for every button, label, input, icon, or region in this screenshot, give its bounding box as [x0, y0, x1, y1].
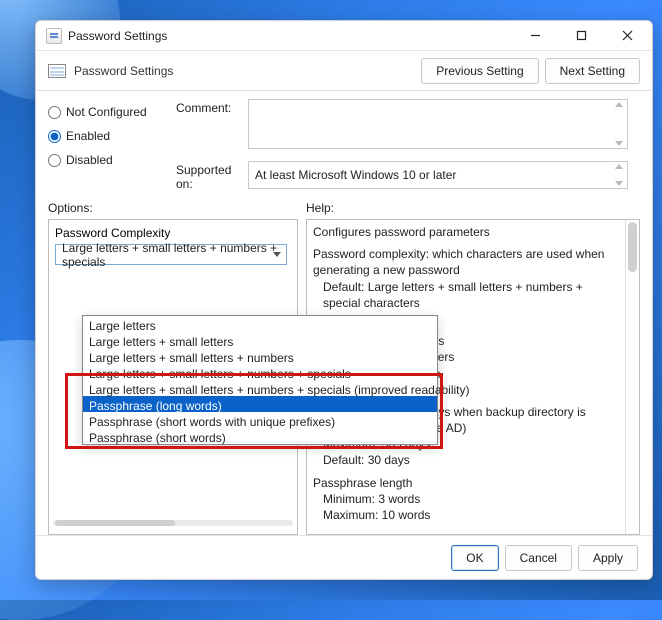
radio-enabled-label: Enabled — [66, 129, 110, 143]
titlebar: Password Settings — [36, 21, 652, 51]
radio-not-configured-label: Not Configured — [66, 105, 147, 119]
policy-title: Password Settings — [74, 64, 415, 78]
help-line-title: Configures password parameters — [313, 224, 621, 240]
horiz-scrollbar[interactable] — [53, 520, 293, 530]
complexity-option[interactable]: Large letters — [83, 316, 437, 332]
next-setting-button[interactable]: Next Setting — [545, 58, 640, 84]
password-complexity-value: Large letters + small letters + numbers … — [62, 241, 280, 269]
policy-icon — [48, 64, 66, 78]
password-complexity-label: Password Complexity — [55, 226, 291, 240]
maximize-button[interactable] — [558, 21, 604, 51]
complexity-dropdown[interactable]: Large lettersLarge letters + small lette… — [82, 315, 438, 445]
cancel-button[interactable]: Cancel — [505, 545, 572, 571]
footer: OK Cancel Apply — [36, 535, 652, 579]
comment-textarea[interactable] — [248, 99, 628, 149]
supported-on-value: At least Microsoft Windows 10 or later — [255, 168, 456, 182]
radio-enabled-input[interactable] — [48, 130, 61, 143]
radio-disabled[interactable]: Disabled — [48, 149, 176, 171]
complexity-option[interactable]: Large letters + small letters — [83, 332, 437, 348]
password-complexity-select[interactable]: Large letters + small letters + numbers … — [55, 244, 287, 265]
help-complexity-default: Default: Large letters + small letters +… — [313, 279, 621, 311]
radio-enabled[interactable]: Enabled — [48, 125, 176, 147]
config-row: Not Configured Enabled Disabled Comment: — [36, 91, 652, 193]
radio-disabled-input[interactable] — [48, 154, 61, 167]
complexity-option[interactable]: Passphrase (short words) — [83, 428, 437, 444]
help-pp-title: Passphrase length — [313, 475, 621, 491]
help-scrollbar[interactable] — [625, 220, 639, 534]
apply-button[interactable]: Apply — [578, 545, 638, 571]
help-pp-max: Maximum: 10 words — [313, 507, 621, 523]
ok-button[interactable]: OK — [451, 545, 498, 571]
help-pp-min: Minimum: 3 words — [313, 491, 621, 507]
complexity-option[interactable]: Passphrase (short words with unique pref… — [83, 412, 437, 428]
radio-not-configured[interactable]: Not Configured — [48, 101, 176, 123]
radio-not-configured-input[interactable] — [48, 106, 61, 119]
comment-label: Comment: — [176, 91, 246, 153]
options-label: Options: — [48, 201, 298, 215]
password-settings-window: Password Settings Password Settings Prev… — [35, 20, 653, 580]
app-icon — [46, 28, 62, 44]
close-button[interactable] — [604, 21, 650, 51]
complexity-option[interactable]: Passphrase (long words) — [83, 396, 437, 412]
chevron-down-icon — [273, 252, 281, 257]
minimize-button[interactable] — [512, 21, 558, 51]
help-label: Help: — [306, 201, 640, 215]
window-title: Password Settings — [68, 29, 512, 43]
previous-setting-button[interactable]: Previous Setting — [421, 58, 538, 84]
state-radio-group: Not Configured Enabled Disabled — [36, 91, 176, 193]
complexity-option[interactable]: Large letters + small letters + numbers … — [83, 364, 437, 380]
help-age-def: Default: 30 days — [313, 452, 621, 468]
supported-on-label: Supported on: — [176, 153, 246, 193]
help-complexity-desc: Password complexity: which characters ar… — [313, 246, 621, 278]
radio-disabled-label: Disabled — [66, 153, 113, 167]
complexity-option[interactable]: Large letters + small letters + numbers … — [83, 380, 437, 396]
supported-on-field: At least Microsoft Windows 10 or later — [248, 161, 628, 189]
complexity-option[interactable]: Large letters + small letters + numbers — [83, 348, 437, 364]
subheader: Password Settings Previous Setting Next … — [36, 51, 652, 91]
